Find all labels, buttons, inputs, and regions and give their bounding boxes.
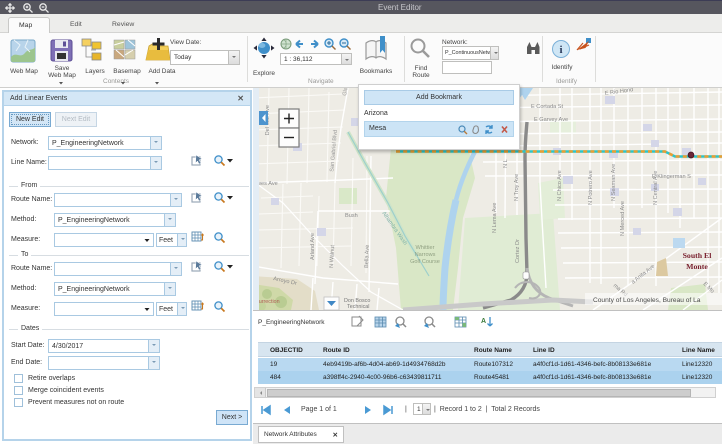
svg-text:E Garvey Ave: E Garvey Ave — [534, 117, 568, 123]
svg-text:N Seaman Ave: N Seaman Ave — [611, 164, 617, 201]
svg-text:N Walnut: N Walnut — [329, 245, 336, 269]
svg-text:N Lema Ave: N Lema Ave — [492, 203, 498, 233]
svg-text:N Troy Ave: N Troy Ave — [514, 174, 520, 201]
svg-text:Golf Course: Golf Course — [410, 259, 440, 265]
svg-text:N Merced Ave: N Merced Ave — [620, 201, 626, 236]
svg-text:Narrows: Narrows — [415, 252, 436, 258]
svg-text:South El: South El — [683, 251, 713, 260]
svg-text:A: A — [481, 318, 486, 325]
svg-text:Arland Ave: Arland Ave — [310, 233, 316, 260]
svg-text:Cortez Dr: Cortez Dr — [515, 239, 521, 263]
svg-text:N L: N L — [503, 159, 509, 168]
svg-text:Monte: Monte — [686, 262, 708, 271]
svg-text:wes Ave: wes Ave — [256, 181, 278, 187]
svg-text:Bush: Bush — [345, 213, 358, 219]
svg-text:E Klingerman S: E Klingerman S — [652, 174, 691, 180]
svg-text:E Cortada St: E Cortada St — [531, 104, 563, 110]
svg-text:N Potrero Ave: N Potrero Ave — [588, 170, 594, 205]
svg-text:N Chico Ave: N Chico Ave — [557, 170, 563, 201]
svg-text:surrection: surrection — [256, 299, 280, 305]
svg-text:County of Los Angeles, Bureau: County of Los Angeles, Bureau of La — [593, 297, 701, 304]
svg-text:Whittier: Whittier — [416, 245, 435, 251]
svg-text:Bella Ave: Bella Ave — [364, 245, 371, 268]
svg-text:i: i — [559, 44, 562, 56]
